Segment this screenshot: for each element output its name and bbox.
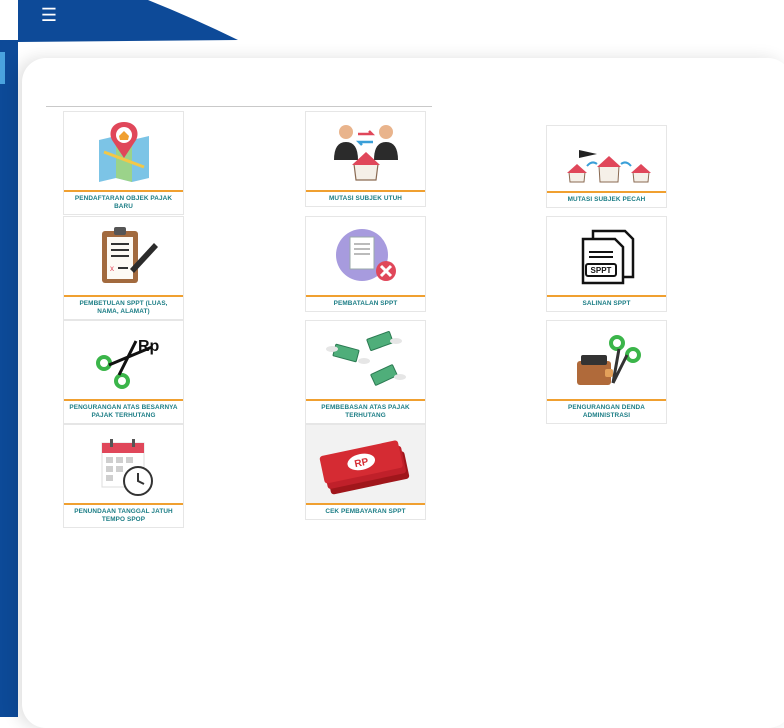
tile-salinan-sppt[interactable]: SPPT SALINAN SPPT [546, 216, 667, 312]
tile-label: PEMBETULAN SPPT (LUAS, NAMA, ALAMAT) [79, 300, 168, 315]
sidebar [0, 40, 18, 717]
tile-pembatalan-sppt[interactable]: PEMBATALAN SPPT [305, 216, 426, 312]
money-banknotes-icon: RP [306, 425, 425, 503]
hamburger-menu-icon: ☰ [40, 5, 58, 25]
flying-money-icon [306, 321, 425, 399]
tile-label: MUTASI SUBJEK UTUH [328, 195, 403, 202]
tile-pendaftaran-objek-pajak-baru[interactable]: PENDAFTARAN OBJEK PAJAK BARU [63, 111, 184, 215]
houses-split-icon [547, 126, 666, 191]
wallet-scissors-icon [547, 321, 666, 399]
calendar-clock-icon [64, 425, 183, 503]
map-pin-house-icon [64, 112, 183, 190]
clipboard-pen-icon: x [64, 217, 183, 295]
svg-text:SPPT: SPPT [591, 266, 612, 275]
tile-label: PEMBATALAN SPPT [333, 300, 398, 307]
tile-pengurangan-denda-administrasi[interactable]: PENGURANGAN DENDA ADMINISTRASI [546, 320, 667, 424]
scissors-rp-icon: Rp [64, 321, 183, 399]
tile-cek-pembayaran-sppt[interactable]: RP CEK PEMBAYARAN SPPT [305, 424, 426, 520]
tile-mutasi-subjek-pecah[interactable]: MUTASI SUBJEK PECAH [546, 125, 667, 208]
tile-label: CEK PEMBAYARAN SPPT [325, 508, 406, 515]
document-copy-icon: SPPT [547, 217, 666, 295]
tile-mutasi-subjek-utuh[interactable]: MUTASI SUBJEK UTUH [305, 111, 426, 207]
tile-pembetulan-sppt[interactable]: x PEMBETULAN SPPT (LUAS, NAMA, ALAMAT) [63, 216, 184, 320]
svg-text:Rp: Rp [138, 338, 160, 355]
document-cancel-icon [306, 217, 425, 295]
tile-pengurangan-atas-besarnya-pajak-terhutang[interactable]: Rp PENGURANGAN ATAS BESARNYA PAJAK TERHU… [63, 320, 184, 424]
svg-text:x: x [110, 264, 114, 273]
tile-label: MUTASI SUBJEK PECAH [567, 196, 646, 203]
sidebar-active-indicator [0, 52, 5, 84]
tile-label: PENDAFTARAN OBJEK PAJAK BARU [74, 195, 173, 210]
tile-pembebasan-atas-pajak-terhutang[interactable]: PEMBEBASAN ATAS PAJAK TERHUTANG [305, 320, 426, 424]
people-exchange-house-icon [306, 112, 425, 190]
tile-penundaan-tanggal-jatuh-tempo-spop[interactable]: PENUNDAAN TANGGAL JATUH TEMPO SPOP [63, 424, 184, 528]
hamburger-menu-button[interactable]: ☰ [38, 6, 60, 24]
tile-label: SALINAN SPPT [582, 300, 631, 307]
section-divider [46, 106, 432, 107]
tile-label: PENGURANGAN ATAS BESARNYA PAJAK TERHUTAN… [69, 404, 178, 419]
tile-label: PEMBEBASAN ATAS PAJAK TERHUTANG [321, 404, 410, 419]
tile-label: PENUNDAAN TANGGAL JATUH TEMPO SPOP [74, 508, 173, 523]
tile-label: PENGURANGAN DENDA ADMINISTRASI [568, 404, 645, 419]
